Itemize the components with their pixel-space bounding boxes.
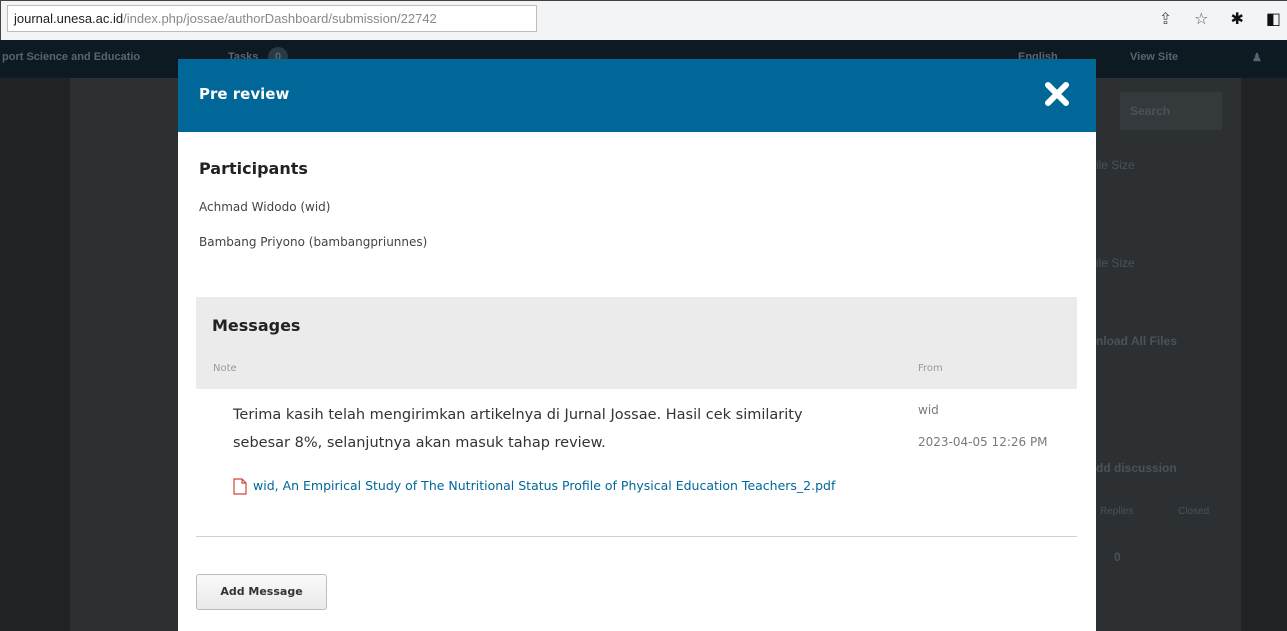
attachment-link[interactable]: wid, An Empirical Study of The Nutrition…	[253, 474, 873, 498]
dimmed-search-label: Search	[1130, 104, 1171, 118]
messages-heading: Messages	[212, 316, 301, 335]
url-field[interactable]: journal.unesa.ac.id/index.php/jossae/aut…	[7, 5, 537, 32]
add-message-button[interactable]: Add Message	[196, 574, 327, 610]
view-site-link[interactable]: View Site	[1130, 51, 1178, 63]
dimmed-replies-header: Replies	[1100, 506, 1134, 517]
participants-heading: Participants	[199, 159, 308, 178]
participant-item: Bambang Priyono (bambangpriunnes)	[199, 235, 428, 249]
modal-header: Pre review	[178, 59, 1096, 132]
browser-toolbar: ⇪ ☆ ✱ ◧	[1159, 9, 1281, 29]
close-icon	[1045, 82, 1069, 106]
message-date: 2023-04-05 12:26 PM	[918, 435, 1048, 449]
url-host: journal.unesa.ac.id	[14, 11, 124, 26]
from-column-header: From	[918, 363, 943, 374]
participant-item: Achmad Widodo (wid)	[199, 200, 331, 214]
attachment: wid, An Empirical Study of The Nutrition…	[233, 474, 873, 498]
close-button[interactable]	[1041, 78, 1073, 110]
dimmed-add-discussion: dd discussion	[1096, 461, 1177, 475]
messages-header: Messages Note From	[196, 297, 1077, 389]
dimmed-file-size-1: ile Size	[1096, 158, 1135, 172]
extensions-puzzle-icon[interactable]: ✱	[1230, 9, 1243, 29]
modal-title: Pre review	[199, 85, 290, 103]
journal-name[interactable]: port Science and Educatio	[2, 51, 140, 63]
user-menu-icon[interactable]: ♟	[1252, 51, 1262, 64]
dimmed-download-all: nload All Files	[1096, 334, 1177, 348]
file-icon	[233, 478, 247, 495]
dimmed-closed-header: Closed	[1178, 506, 1210, 517]
note-column-header: Note	[213, 363, 237, 374]
row-divider	[196, 536, 1077, 537]
side-panel-icon[interactable]: ◧	[1266, 9, 1281, 29]
message-from: wid	[918, 403, 939, 417]
url-path: /index.php/jossae/authorDashboard/submis…	[123, 11, 437, 26]
bookmark-star-icon[interactable]: ☆	[1194, 9, 1208, 29]
dimmed-left-panel	[70, 78, 180, 631]
message-text: Terima kasih telah mengirimkan artikelny…	[233, 407, 803, 451]
dimmed-count: 0	[1114, 550, 1121, 564]
dimmed-file-size-2: ile Size	[1096, 256, 1135, 270]
browser-address-bar: journal.unesa.ac.id/index.php/jossae/aut…	[0, 0, 1287, 40]
share-icon[interactable]: ⇪	[1159, 9, 1172, 29]
pre-review-modal: Pre review Participants Achmad Widodo (w…	[178, 59, 1096, 631]
